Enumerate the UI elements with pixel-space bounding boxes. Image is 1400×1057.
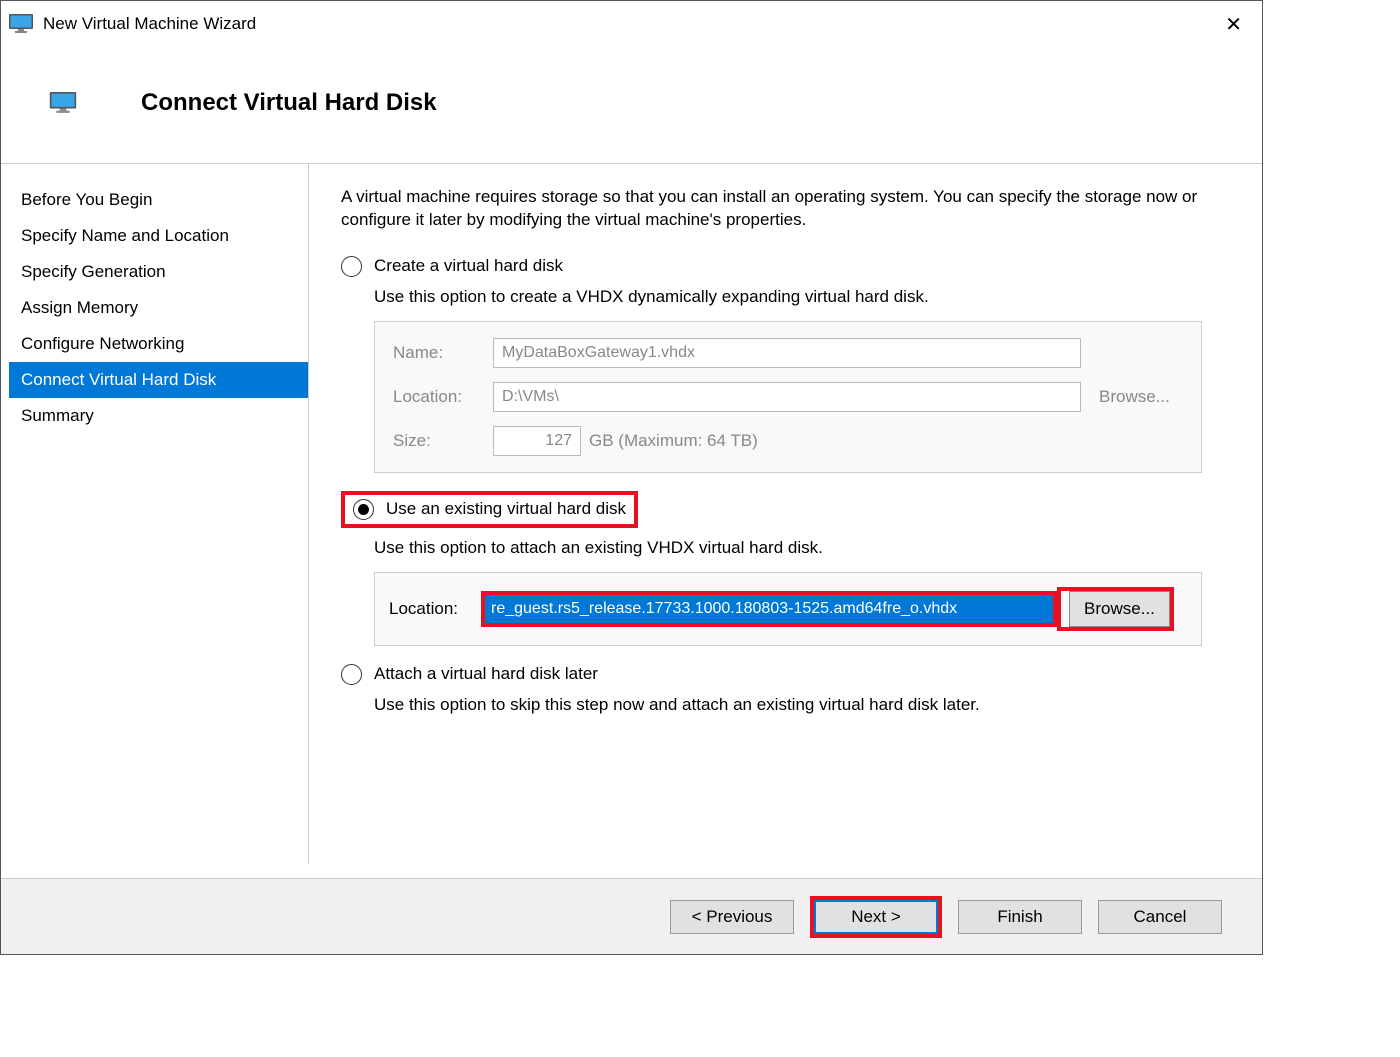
finish-button[interactable]: Finish <box>958 900 1082 934</box>
browse-button[interactable]: Browse... <box>1069 591 1170 627</box>
sidebar-step-configure-networking[interactable]: Configure Networking <box>9 326 308 362</box>
wizard-footer: < Previous Next > Finish Cancel <box>1 878 1262 954</box>
radio-later-label: Attach a virtual hard disk later <box>374 664 598 684</box>
page-header-icon <box>49 92 77 114</box>
wizard-main: A virtual machine requires storage so th… <box>309 164 1262 864</box>
create-groupbox: Name: Location: Browse... Size: GB (Maxi… <box>374 321 1202 473</box>
option-later-block: Attach a virtual hard disk later Use thi… <box>341 664 1202 715</box>
next-button[interactable]: Next > <box>814 900 938 934</box>
option-existing-desc: Use this option to attach an existing VH… <box>374 538 1202 558</box>
sidebar-step-specify-generation[interactable]: Specify Generation <box>9 254 308 290</box>
window-title: New Virtual Machine Wizard <box>43 14 1213 34</box>
sidebar-step-connect-vhd[interactable]: Connect Virtual Hard Disk <box>9 362 308 398</box>
option-create-desc: Use this option to create a VHDX dynamic… <box>374 287 1202 307</box>
sidebar-step-assign-memory[interactable]: Assign Memory <box>9 290 308 326</box>
intro-text: A virtual machine requires storage so th… <box>341 186 1202 232</box>
location-input-disabled <box>493 382 1081 412</box>
location-label: Location: <box>393 387 493 407</box>
sidebar-step-before-you-begin[interactable]: Before You Begin <box>9 182 308 218</box>
sidebar-step-specify-name[interactable]: Specify Name and Location <box>9 218 308 254</box>
cancel-button[interactable]: Cancel <box>1098 900 1222 934</box>
size-input <box>493 426 581 456</box>
wizard-app-icon <box>9 14 33 34</box>
name-label: Name: <box>393 343 493 363</box>
browse-button-disabled: Browse... <box>1099 387 1170 407</box>
radio-later[interactable] <box>341 664 362 685</box>
wizard-sidebar: Before You Begin Specify Name and Locati… <box>9 164 309 864</box>
size-unit: GB (Maximum: 64 TB) <box>589 431 758 451</box>
highlight-next: Next > <box>810 896 942 938</box>
name-input <box>493 338 1081 368</box>
existing-location-label: Location: <box>389 599 481 619</box>
option-create-block: Create a virtual hard disk Use this opti… <box>341 256 1202 473</box>
page-header: Connect Virtual Hard Disk <box>1 47 1262 163</box>
radio-existing-label: Use an existing virtual hard disk <box>386 499 626 519</box>
page-title: Connect Virtual Hard Disk <box>141 89 437 117</box>
highlight-browse: Browse... <box>1057 587 1174 631</box>
existing-groupbox: Location: re_guest.rs5_release.17733.100… <box>374 572 1202 646</box>
radio-existing[interactable] <box>353 499 374 520</box>
radio-create[interactable] <box>341 256 362 277</box>
option-later-desc: Use this option to skip this step now an… <box>374 695 1202 715</box>
close-icon[interactable]: ✕ <box>1213 8 1254 41</box>
sidebar-step-summary[interactable]: Summary <box>9 398 308 434</box>
previous-button[interactable]: < Previous <box>670 900 794 934</box>
highlight-existing-option: Use an existing virtual hard disk <box>341 491 638 528</box>
option-existing-block: Use an existing virtual hard disk Use th… <box>341 491 1202 646</box>
size-label: Size: <box>393 431 493 451</box>
titlebar: New Virtual Machine Wizard ✕ <box>1 1 1262 47</box>
radio-create-label: Create a virtual hard disk <box>374 256 563 276</box>
existing-location-input[interactable]: re_guest.rs5_release.17733.1000.180803-1… <box>481 591 1057 627</box>
